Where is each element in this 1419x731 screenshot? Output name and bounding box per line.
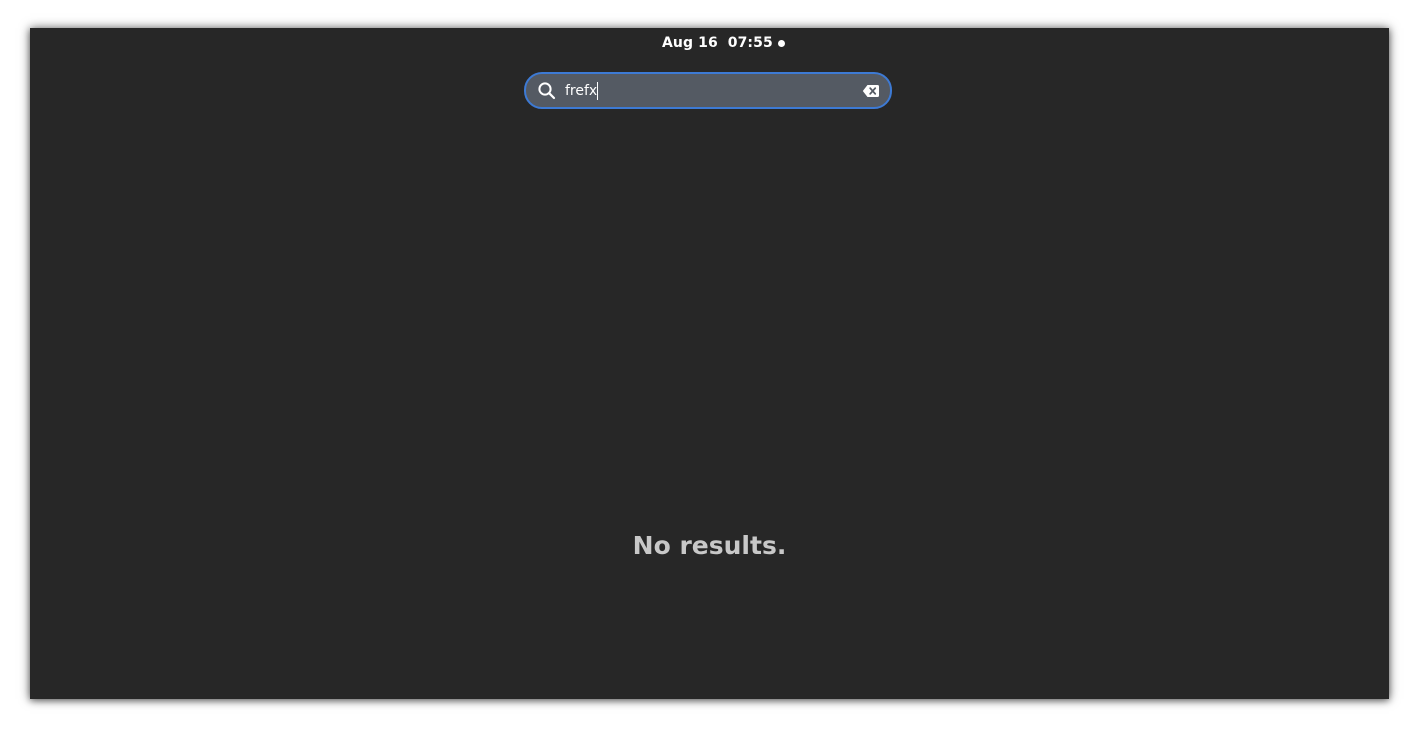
activities-overview: Aug 16 07:55 No results.: [30, 28, 1389, 699]
notification-dot-icon[interactable]: [778, 40, 785, 47]
no-results-message: No results.: [632, 531, 787, 560]
date-time-clock[interactable]: Aug 16 07:55: [662, 35, 773, 51]
search-entry[interactable]: [524, 72, 892, 109]
clear-text-icon[interactable]: [862, 83, 880, 99]
text-cursor: [597, 82, 598, 100]
search-icon: [537, 81, 557, 101]
search-input[interactable]: [565, 74, 855, 107]
top-bar: Aug 16 07:55: [30, 28, 1389, 60]
